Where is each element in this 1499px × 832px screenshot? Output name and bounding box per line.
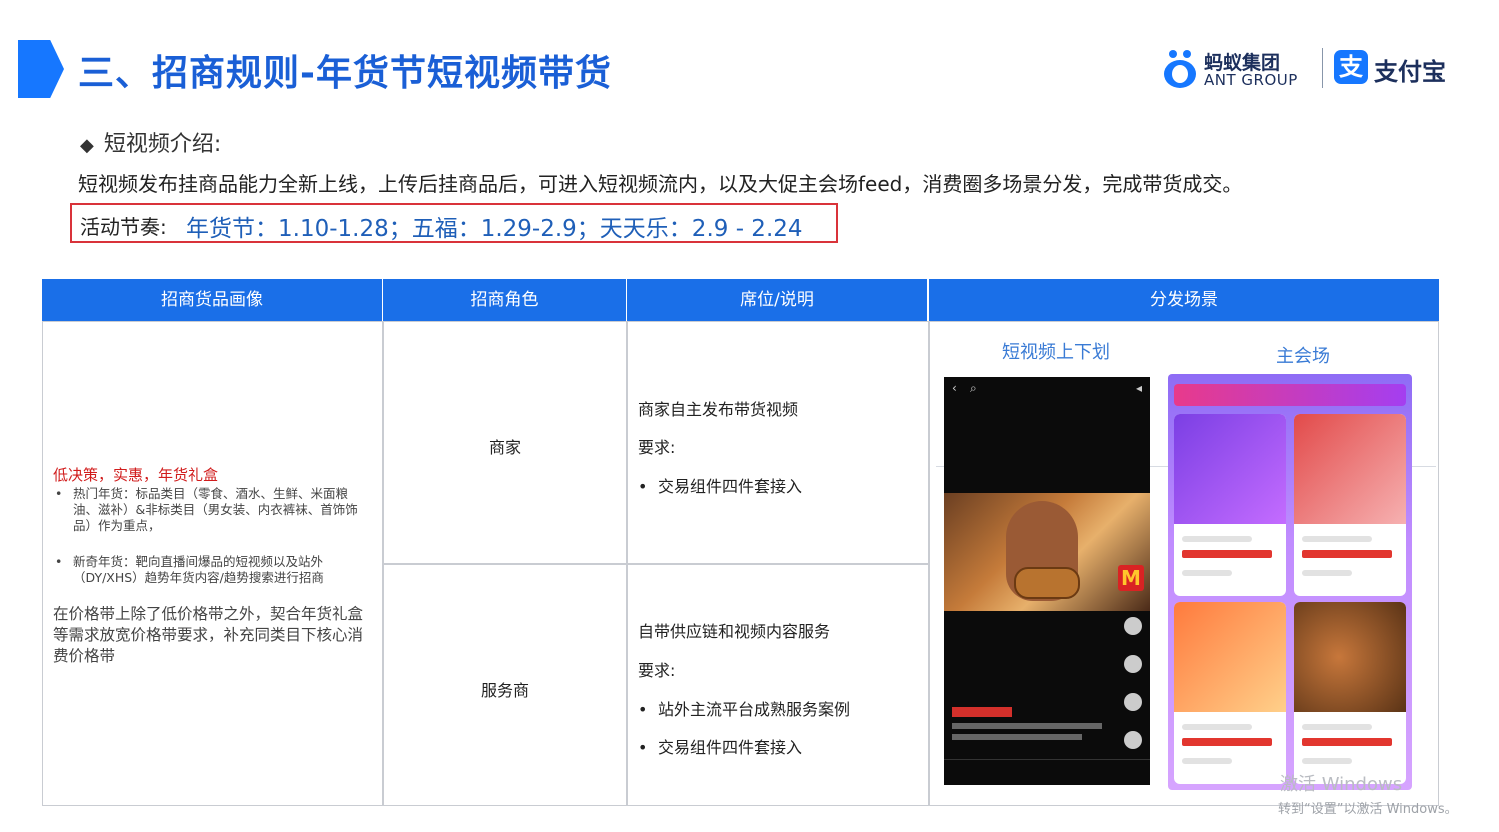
activity-rhythm-box: 活动节奏: 年货节：1.10-1.28；五福：1.29-2.9；天天乐：2.9 …	[70, 203, 838, 243]
star-icon	[1124, 693, 1142, 711]
table-cell-scene: 短视频上下划 主会场 ‹ ⌕ ◂ M	[929, 321, 1439, 806]
seat-title: 商家自主发布带货视频	[638, 400, 799, 419]
scene-label-short-video: 短视频上下划	[1002, 342, 1110, 363]
table-cell-profile: 低决策，实惠，年货礼盒 热门年货：标品类目（零食、酒水、生鲜、米面粮油、滋补）&…	[42, 321, 383, 806]
video-action-icons	[1122, 617, 1144, 769]
comment-icon	[1124, 655, 1142, 673]
role-name: 服务商	[480, 681, 529, 700]
product-image	[1174, 602, 1286, 712]
like-icon	[1124, 617, 1142, 635]
product-card	[1294, 414, 1406, 596]
product-card	[1174, 414, 1286, 596]
requirements-label: 要求:	[638, 661, 676, 680]
venue-banner	[1174, 384, 1406, 406]
product-image	[1174, 414, 1286, 524]
product-card	[1174, 602, 1286, 784]
video-frame: M	[944, 493, 1150, 611]
table-cell-role-service-provider: 服务商	[383, 564, 627, 806]
product-card	[1294, 602, 1406, 784]
intro-description: 短视频发布挂商品能力全新上线，上传后挂商品后，可进入短视频流内，以及大促主会场f…	[78, 172, 1243, 196]
alipay-name: 支付宝	[1374, 58, 1446, 86]
role-name: 商家	[488, 438, 521, 457]
table-cell-role-merchant: 商家	[383, 321, 627, 564]
activity-rhythm-value: 年货节：1.10-1.28；五福：1.29-2.9；天天乐：2.9 - 2.24	[186, 216, 803, 242]
ant-group-icon	[1164, 50, 1196, 88]
ant-group-en-name: ANT GROUP	[1204, 71, 1298, 89]
table-header-profile: 招商货品画像	[42, 279, 382, 321]
video-bottom-bar	[944, 759, 1150, 785]
table-header-role: 招商角色	[383, 279, 626, 321]
profile-headline: 低决策，实惠，年货礼盒	[53, 466, 219, 484]
diamond-bullet-icon: ◆	[80, 135, 94, 156]
title-arrow-marker	[18, 40, 64, 98]
scene-label-main-venue: 主会场	[1276, 346, 1330, 367]
profile-price-note: 在价格带上除了低价格带之外，契合年货礼盒等需求放宽价格带要求，补充同类目下核心消…	[53, 605, 364, 665]
windows-activation-hint: 转到“设置”以激活 Windows。	[1278, 802, 1458, 817]
seat-title: 自带供应链和视频内容服务	[638, 622, 831, 641]
back-icon: ‹	[952, 381, 957, 395]
ant-group-logo: 蚂蚁集团 ANT GROUP	[1160, 44, 1318, 92]
table-cell-seat-merchant: 商家自主发布带货视频 要求: 交易组件四件套接入	[627, 321, 929, 564]
phone-topbar: ‹ ⌕ ◂	[944, 377, 1150, 399]
table-header-scene: 分发场景	[929, 279, 1439, 321]
page-title: 三、招商规则-年货节短视频带货	[78, 53, 612, 94]
activity-rhythm-label: 活动节奏:	[80, 215, 167, 239]
video-caption-placeholder	[952, 707, 1122, 740]
logo-divider	[1322, 48, 1323, 88]
search-icon: ⌕	[970, 381, 977, 395]
share-icon	[1124, 731, 1142, 749]
speaker-icon: ◂	[1135, 381, 1142, 395]
section-heading: ◆ 短视频介绍:	[80, 126, 221, 158]
list-item: 新奇年货：靶向直播间爆品的短视频以及站外（DY/XHS）趋势年货内容/趋势搜索进…	[53, 554, 371, 586]
list-item: 热门年货：标品类目（零食、酒水、生鲜、米面粮油、滋补）&非标类目（男女装、内衣裤…	[53, 486, 371, 534]
short-video-screenshot: ‹ ⌕ ◂ M	[944, 377, 1150, 785]
requirement-item: 站外主流平台成熟服务案例	[638, 696, 850, 720]
product-image	[1294, 414, 1406, 524]
table-cell-seat-service-provider: 自带供应链和视频内容服务 要求: 站外主流平台成熟服务案例 交易组件四件套接入	[627, 564, 929, 806]
requirement-item: 交易组件四件套接入	[638, 734, 802, 758]
table-header-seat: 席位/说明	[627, 279, 927, 321]
requirements-label: 要求:	[638, 438, 676, 457]
windows-activation-watermark: 激活 Windows	[1280, 774, 1403, 795]
burger-image	[1014, 567, 1080, 599]
alipay-logo: 支 支付宝	[1334, 48, 1464, 88]
requirement-item: 交易组件四件套接入	[638, 473, 802, 497]
main-venue-screenshot	[1168, 374, 1412, 790]
section-heading-text: 短视频介绍:	[103, 132, 222, 157]
mcdonalds-logo-icon: M	[1118, 565, 1144, 591]
profile-bullet-list: 热门年货：标品类目（零食、酒水、生鲜、米面粮油、滋补）&非标类目（男女装、内衣裤…	[53, 486, 371, 606]
alipay-icon: 支	[1334, 50, 1368, 84]
slide: 三、招商规则-年货节短视频带货 蚂蚁集团 ANT GROUP 支 支付宝 ◆ 短视…	[0, 0, 1499, 832]
product-image	[1294, 602, 1406, 712]
